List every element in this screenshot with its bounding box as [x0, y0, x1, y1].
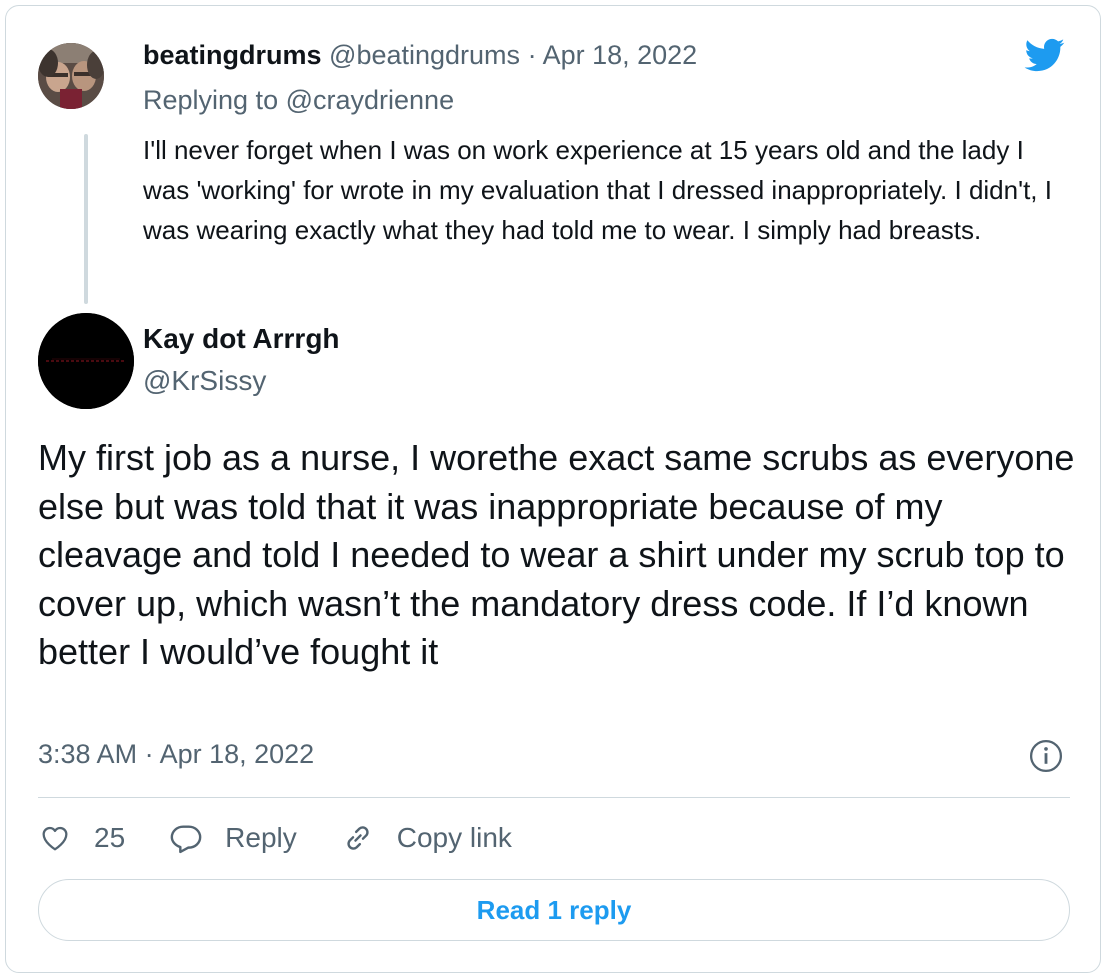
reply-label: Reply [225, 822, 297, 853]
action-bar: 25 Reply Copy link [38, 818, 556, 858]
link-icon [347, 826, 369, 850]
reply-handle[interactable]: @KrSissy [143, 365, 266, 397]
thread-connector-line [84, 134, 88, 304]
parent-handle[interactable]: @beatingdrums [329, 40, 520, 70]
reply-display-name[interactable]: Kay dot Arrrgh [143, 323, 340, 355]
parent-date[interactable]: Apr 18, 2022 [543, 40, 698, 70]
embedded-tweet-card: beatingdrums @beatingdrums · Apr 18, 202… [5, 5, 1101, 973]
parent-date-separator: · [520, 40, 543, 70]
copy-link-label: Copy link [396, 822, 512, 853]
reply-button[interactable]: Reply [169, 821, 297, 855]
reply-tweet-text: My first job as a nurse, I worethe exact… [38, 437, 1075, 672]
parent-display-name[interactable]: beatingdrums [143, 40, 322, 70]
like-count: 25 [94, 822, 126, 853]
like-button[interactable]: 25 [38, 822, 125, 854]
parent-avatar[interactable] [38, 43, 104, 109]
reply-avatar-image [38, 313, 134, 409]
copy-link-button[interactable]: Copy link [341, 821, 512, 855]
reply-bubble-icon [170, 825, 202, 854]
divider [38, 797, 1070, 798]
twitter-bird-icon[interactable] [1018, 34, 1070, 76]
info-icon[interactable] [1029, 739, 1063, 773]
parent-avatar-image [38, 43, 104, 109]
replying-prefix: Replying to [143, 85, 286, 115]
tweet-timestamp[interactable]: 3:38 AM · Apr 18, 2022 [38, 739, 314, 770]
read-replies-label: Read 1 reply [476, 894, 632, 925]
reply-avatar[interactable] [38, 313, 134, 409]
replying-to-handle-link[interactable]: @craydrienne [286, 85, 455, 115]
heart-icon [42, 826, 68, 851]
replying-to-line: Replying to @craydrienne [143, 85, 454, 116]
parent-tweet-text: I'll never forget when I was on work exp… [143, 135, 1052, 245]
parent-author-line[interactable]: beatingdrums @beatingdrums · Apr 18, 202… [143, 40, 697, 71]
read-replies-button[interactable]: Read 1 reply [38, 879, 1070, 941]
